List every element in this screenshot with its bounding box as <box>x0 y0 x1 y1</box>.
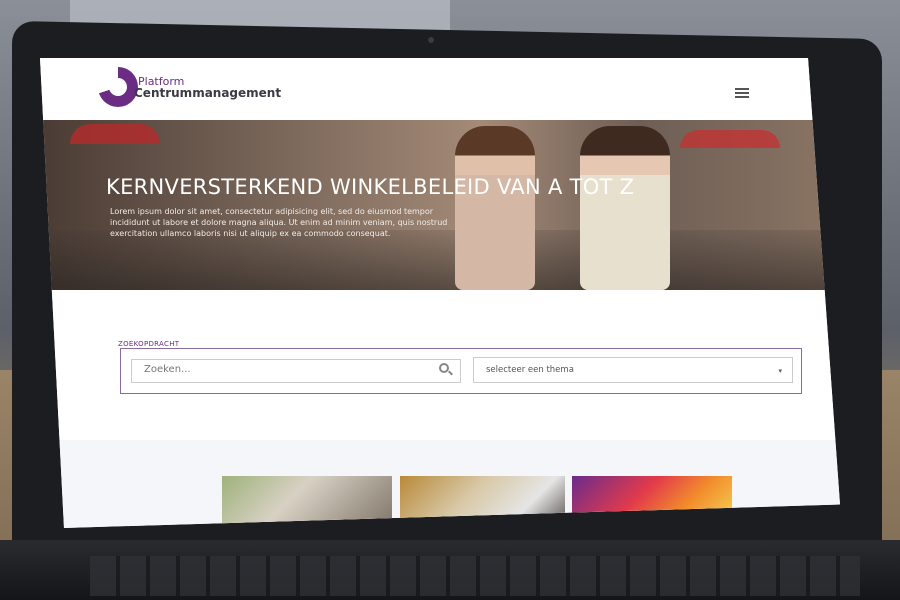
hero-street <box>40 230 840 290</box>
search-box: Zoeken... selecteer een thema ▾ <box>120 348 802 394</box>
webcam-icon <box>428 37 434 43</box>
search-icon[interactable] <box>439 363 449 373</box>
search-input[interactable]: Zoeken... <box>131 359 461 383</box>
laptop-keyboard-deck <box>0 540 900 600</box>
hero-awning <box>70 124 160 144</box>
theme-select[interactable]: selecteer een thema ▾ <box>473 357 793 383</box>
hero-person <box>455 126 535 290</box>
theme-select-value: selecteer een thema <box>486 365 574 375</box>
search-label: ZOEKOPDRACHT <box>118 340 180 348</box>
logo-text[interactable]: Centrummanagement <box>134 86 281 100</box>
hero-awning <box>680 130 780 148</box>
hero-text: Lorem ipsum dolor sit amet, consectetur … <box>110 207 448 238</box>
keyboard-keys <box>90 556 860 596</box>
logo-icon[interactable] <box>98 67 138 107</box>
site-header: Platform Centrummanagement <box>40 58 840 120</box>
hamburger-menu-icon[interactable] <box>735 88 749 98</box>
hero-title: KERNVERSTERKEND WINKELBELEID VAN A TOT Z <box>106 175 635 199</box>
hero-person <box>580 126 670 290</box>
laptop-screen: Platform Centrummanagement KERNVERSTERKE… <box>40 58 840 528</box>
hero-banner: KERNVERSTERKEND WINKELBELEID VAN A TOT Z… <box>40 120 840 290</box>
chevron-down-icon: ▾ <box>778 367 782 375</box>
search-section: ZOEKOPDRACHT Zoeken... selecteer een the… <box>40 290 840 440</box>
